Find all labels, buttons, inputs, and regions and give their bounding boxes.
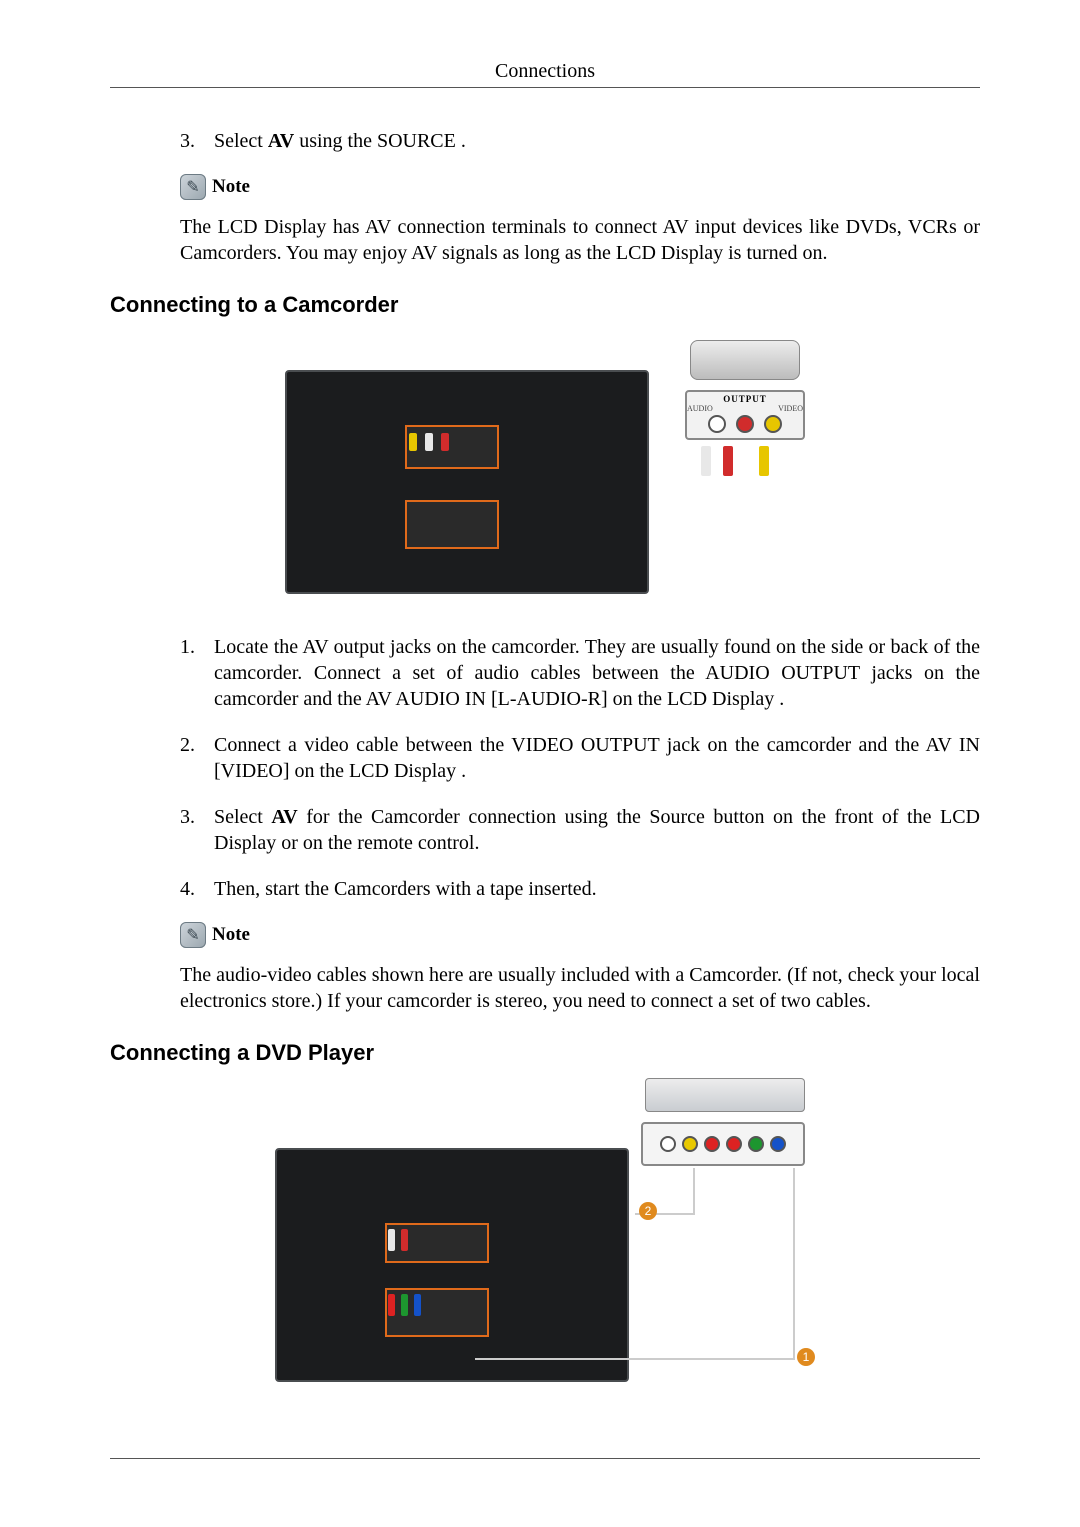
step-text: Then, start the Camcorders with a tape i… — [214, 876, 980, 902]
plug-white-icon — [425, 433, 433, 451]
plug-red-icon — [401, 1229, 408, 1251]
lcd-display-icon — [285, 370, 649, 594]
plug-red-icon — [441, 433, 449, 451]
output-video-label: VIDEO — [778, 404, 803, 413]
note-label: Note — [212, 176, 250, 198]
note-label: Note — [212, 924, 250, 946]
camcorder-icon — [685, 330, 805, 385]
footer-rule — [110, 1458, 980, 1459]
output-audio-label: AUDIO — [687, 404, 713, 413]
av-in-panel-icon — [405, 425, 499, 469]
list-item: 4. Then, start the Camcorders with a tap… — [180, 876, 980, 902]
header-rule — [110, 87, 980, 88]
figure-dvd: 1 2 — [110, 1078, 980, 1408]
step-number: 3. — [180, 128, 214, 154]
section-heading-dvd: Connecting a DVD Player — [110, 1040, 980, 1066]
callout-2-icon: 2 — [639, 1202, 657, 1220]
note-icon: ✎ — [180, 922, 206, 948]
note-icon: ✎ — [180, 174, 206, 200]
plug-pr-icon — [388, 1294, 395, 1316]
step-bold: AV — [271, 806, 297, 828]
audio-panel-icon — [385, 1223, 489, 1263]
note-text: The audio-video cables shown here are us… — [180, 962, 980, 1014]
jack-icon — [748, 1136, 764, 1152]
step-text: Select — [214, 130, 268, 152]
plug-pb-icon — [414, 1294, 421, 1316]
lcd-display-icon — [275, 1148, 629, 1382]
list-item: 3. Select AV using the SOURCE . — [180, 128, 980, 154]
step-text: Select — [214, 806, 271, 828]
page-header: Connections — [110, 60, 980, 83]
step-text: Connect a video cable between the VIDEO … — [214, 732, 980, 784]
cable-red-icon — [723, 446, 733, 476]
step-number: 2. — [180, 732, 214, 784]
step-text: for the Camcorder connection using the S… — [214, 806, 980, 854]
plug-yellow-icon — [409, 433, 417, 451]
step-text: Locate the AV output jacks on the camcor… — [214, 634, 980, 712]
plug-white-icon — [388, 1229, 395, 1251]
jack-icon — [726, 1136, 742, 1152]
list-item: 1. Locate the AV output jacks on the cam… — [180, 634, 980, 712]
list-item: 3. Select AV for the Camcorder connectio… — [180, 804, 980, 856]
note-text: The LCD Display has AV connection termin… — [180, 214, 980, 266]
jack-icon — [770, 1136, 786, 1152]
dvd-player-icon — [645, 1078, 805, 1112]
jack-icon — [660, 1136, 676, 1152]
cable-yellow-icon — [759, 446, 769, 476]
step-number: 3. — [180, 804, 214, 856]
plug-y-icon — [401, 1294, 408, 1316]
camcorder-output-panel: OUTPUT AUDIO VIDEO — [685, 390, 805, 440]
step-number: 4. — [180, 876, 214, 902]
figure-camcorder: OUTPUT AUDIO VIDEO — [110, 330, 980, 610]
jack-audio-l-icon — [708, 415, 726, 433]
step-number: 1. — [180, 634, 214, 712]
callout-1-icon: 1 — [797, 1348, 815, 1366]
output-title: OUTPUT — [723, 394, 767, 404]
cable-white-icon — [701, 446, 711, 476]
component-panel-icon — [385, 1288, 489, 1337]
step-text: using the SOURCE . — [294, 130, 466, 152]
jack-audio-r-icon — [736, 415, 754, 433]
section-heading-camcorder: Connecting to a Camcorder — [110, 292, 980, 318]
io-panel-icon — [405, 500, 499, 549]
jack-video-icon — [764, 415, 782, 433]
list-item: 2. Connect a video cable between the VID… — [180, 732, 980, 784]
jack-icon — [704, 1136, 720, 1152]
dvd-output-panel-icon — [641, 1122, 805, 1166]
jack-icon — [682, 1136, 698, 1152]
step-bold: AV — [268, 130, 294, 152]
